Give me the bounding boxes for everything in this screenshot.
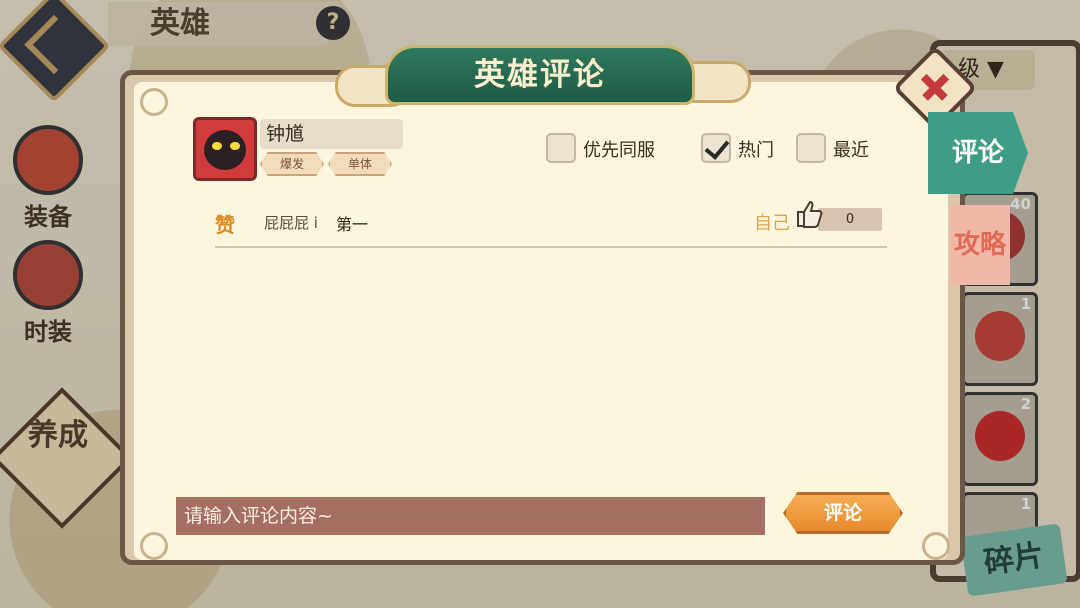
filter-hot-checkbox[interactable] — [701, 133, 731, 163]
submit-comment-button[interactable]: 评论 — [783, 492, 903, 534]
dialog-title: 英雄评论 — [474, 57, 606, 93]
hero-name: 钟馗 — [260, 119, 403, 149]
corner-ornament — [140, 532, 168, 560]
corner-ornament — [922, 532, 950, 560]
hero-eye-icon — [212, 142, 222, 150]
praise-badge-icon: 赞 — [215, 213, 235, 237]
hero-eye-icon — [230, 142, 240, 150]
filter-hot-label: 热门 — [738, 140, 774, 161]
filter-recent-label: 最近 — [833, 140, 869, 161]
filter-recent-checkbox[interactable] — [796, 133, 826, 163]
filter-same-server-checkbox[interactable] — [546, 133, 576, 163]
like-count: 0 — [818, 208, 882, 231]
dialog-title-banner: 英雄评论 — [335, 35, 751, 113]
self-label: 自己 — [754, 213, 790, 234]
corner-ornament — [140, 88, 168, 116]
row-divider — [215, 246, 887, 248]
hero-tag: 爆发 — [260, 152, 324, 176]
hero-avatar — [193, 117, 257, 181]
tab-guide[interactable]: 攻略 — [950, 205, 1010, 285]
comment-input[interactable] — [176, 497, 765, 535]
hero-face-icon — [204, 130, 246, 170]
hero-tag: 单体 — [328, 152, 392, 176]
filter-same-server-label: 优先同服 — [583, 140, 655, 161]
comment-text: 第一 — [336, 215, 369, 234]
checkmark-icon — [704, 134, 730, 160]
commenter-name: 屁屁屁 i — [264, 214, 318, 232]
tab-comment[interactable]: 评论 — [928, 112, 1028, 194]
thumbs-up-icon[interactable] — [793, 198, 825, 230]
